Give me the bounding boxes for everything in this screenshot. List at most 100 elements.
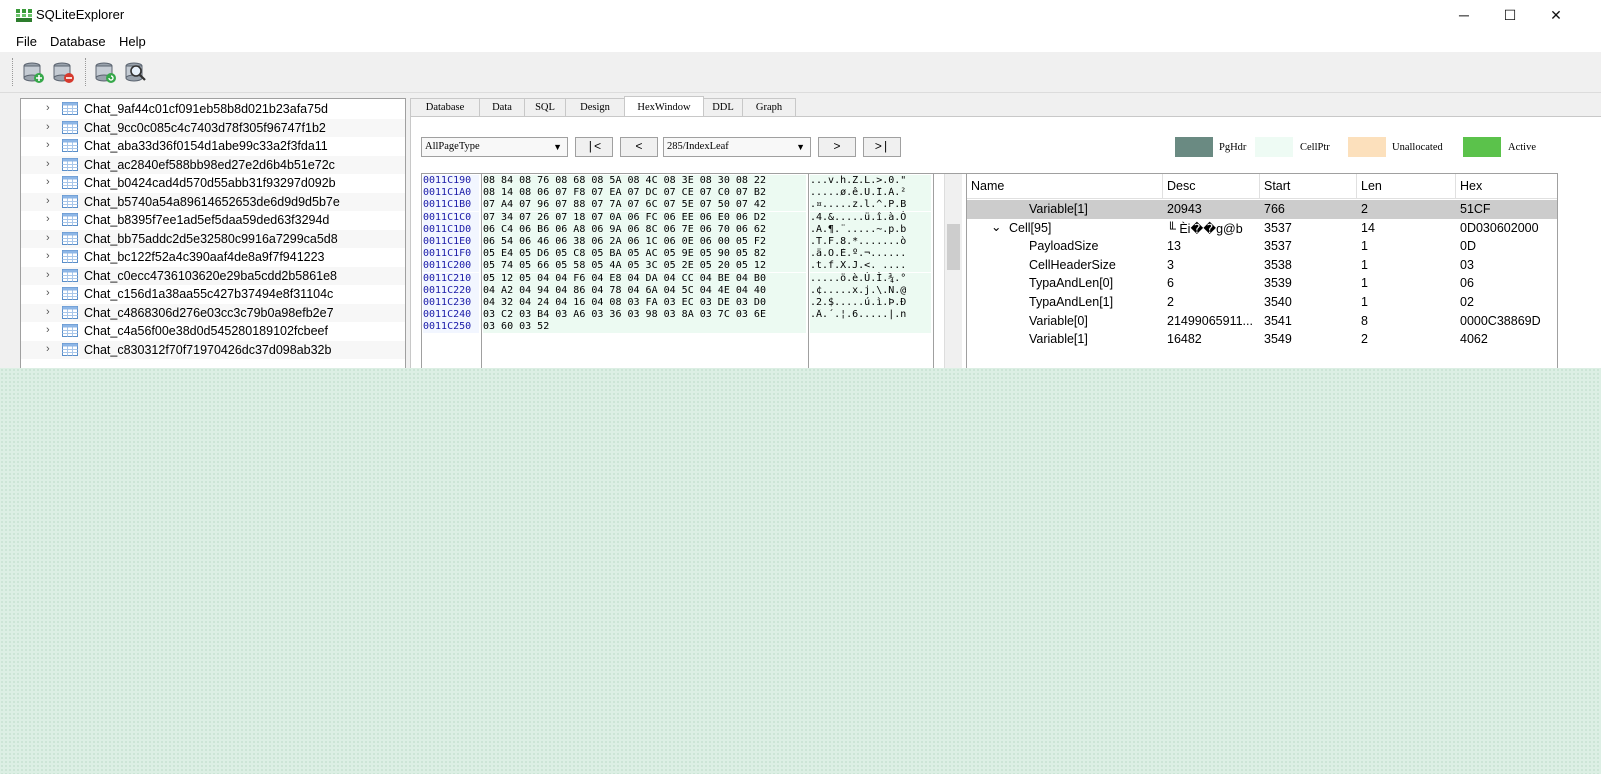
details-row[interactable]: Variable[0] 21499065911... 3541 8 0000C38869… bbox=[967, 312, 1557, 331]
hex-bytes[interactable]: 05 12 05 04 04 F6 04 E8 04 DA 04 CC 04 B… bbox=[483, 272, 806, 285]
expand-arrow-icon[interactable]: › bbox=[46, 121, 50, 133]
hex-bytes[interactable]: 06 54 06 46 06 38 06 2A 06 1C 06 0E 06 0… bbox=[483, 236, 806, 248]
expand-arrow-icon[interactable]: › bbox=[46, 213, 50, 225]
tab-database[interactable]: Database bbox=[410, 98, 480, 117]
expand-arrow-icon[interactable]: › bbox=[46, 232, 50, 244]
prev-page-button[interactable]: < bbox=[620, 137, 658, 157]
hex-ascii[interactable]: .T.F.8.*.......ò bbox=[810, 236, 931, 248]
first-page-button[interactable]: |< bbox=[575, 137, 613, 157]
hex-ascii[interactable]: .4.&.....ü.î.à.Ò bbox=[810, 211, 931, 224]
tab-design[interactable]: Design bbox=[565, 98, 625, 117]
hex-ascii[interactable]: .¤.....z.l.^.P.B bbox=[810, 199, 931, 212]
page-type-select[interactable]: AllPageType ▼ bbox=[421, 137, 568, 157]
details-row[interactable]: ⌄ Cell[95] ╙ Èi��g@b 3537 14 0D030602000 bbox=[967, 219, 1557, 238]
tree-item[interactable]: › Chat_b0424cad4d570d55abb31f93297d092b bbox=[21, 174, 405, 193]
col-desc[interactable]: Desc bbox=[1167, 179, 1195, 193]
hex-bytes[interactable]: 05 E4 05 D6 05 C8 05 BA 05 AC 05 9E 05 9… bbox=[483, 248, 806, 261]
collapse-arrow-icon[interactable]: ⌄ bbox=[991, 219, 1001, 234]
expand-arrow-icon[interactable]: › bbox=[46, 195, 50, 207]
next-page-button[interactable]: > bbox=[818, 137, 856, 157]
details-row[interactable]: Variable[1] 20943 766 2 51CF bbox=[967, 200, 1557, 219]
hex-bytes[interactable]: 06 C4 06 B6 06 A8 06 9A 06 8C 06 7E 06 7… bbox=[483, 223, 806, 236]
tree-item[interactable]: › Chat_b8395f7ee1ad5ef5daa59ded63f3294d bbox=[21, 211, 405, 230]
expand-arrow-icon[interactable]: › bbox=[46, 250, 50, 262]
col-start[interactable]: Start bbox=[1264, 179, 1290, 193]
maximize-button[interactable]: ☐ bbox=[1487, 0, 1533, 30]
close-button[interactable]: ✕ bbox=[1533, 0, 1579, 30]
hex-ascii[interactable]: ...v.h.Z.L.>.0." bbox=[810, 175, 931, 187]
table-tree[interactable]: › Chat_9af44c01cf091eb58b8d021b23afa75d › C… bbox=[20, 98, 406, 368]
open-database-icon[interactable] bbox=[22, 60, 46, 84]
hex-bytes[interactable]: 04 32 04 24 04 16 04 08 03 FA 03 EC 03 D… bbox=[483, 297, 806, 309]
details-row[interactable]: PayloadSize 13 3537 1 0D bbox=[967, 237, 1557, 256]
col-len[interactable]: Len bbox=[1361, 179, 1382, 193]
tree-item[interactable]: › Chat_b5740a54a89614652653de6d9d9d5b7e bbox=[21, 192, 405, 211]
last-page-button[interactable]: >| bbox=[863, 137, 901, 157]
hex-ascii[interactable] bbox=[810, 321, 931, 334]
hex-bytes[interactable]: 03 C2 03 B4 03 A6 03 36 03 98 03 8A 03 7… bbox=[483, 309, 806, 322]
expand-arrow-icon[interactable]: › bbox=[46, 287, 50, 299]
hex-ascii[interactable]: .....ö.è.Ú.Ì.¾.° bbox=[810, 272, 931, 285]
col-hex[interactable]: Hex bbox=[1460, 179, 1482, 193]
tab-hexwindow[interactable]: HexWindow bbox=[624, 96, 704, 118]
tree-item[interactable]: › Chat_c830312f70f71970426dc37d098ab32b bbox=[21, 340, 405, 359]
tab-sql[interactable]: SQL bbox=[524, 98, 566, 117]
details-row[interactable]: CellHeaderSize 3 3538 1 03 bbox=[967, 256, 1557, 275]
tree-item[interactable]: › Chat_9cc0c085c4c7403d78f305f96747f1b2 bbox=[21, 118, 405, 137]
column-divider[interactable] bbox=[1356, 174, 1357, 198]
tree-item[interactable]: › Chat_9af44c01cf091eb58b8d021b23afa75d bbox=[21, 100, 405, 119]
hex-ascii[interactable]: .....ø.ê.Ü.Î.À.² bbox=[810, 187, 931, 200]
hex-ascii[interactable]: .¢.....x.j.\.N.@ bbox=[810, 284, 931, 297]
column-divider[interactable] bbox=[1162, 174, 1163, 198]
hex-scrollbar[interactable] bbox=[944, 174, 962, 368]
hex-bytes[interactable]: 08 14 08 06 07 F8 07 EA 07 DC 07 CE 07 C… bbox=[483, 187, 806, 200]
tab-ddl[interactable]: DDL bbox=[703, 98, 743, 117]
expand-arrow-icon[interactable]: › bbox=[46, 102, 50, 114]
expand-arrow-icon[interactable]: › bbox=[46, 343, 50, 355]
hex-ascii[interactable]: .t.f.X.J.<. .... bbox=[810, 260, 931, 273]
hex-ascii[interactable]: .ä.Ö.È.º.¬...... bbox=[810, 248, 931, 261]
col-name[interactable]: Name bbox=[971, 179, 1004, 193]
details-grid[interactable]: Name Desc Start Len Hex Variable[1] 20943… bbox=[966, 173, 1558, 368]
refresh-database-icon[interactable] bbox=[94, 60, 118, 84]
minimize-button[interactable]: ─ bbox=[1441, 0, 1487, 30]
search-database-icon[interactable] bbox=[124, 60, 148, 84]
column-divider[interactable] bbox=[1259, 174, 1260, 198]
page-select[interactable]: 285/IndexLeaf ▼ bbox=[663, 137, 811, 157]
menu-help[interactable]: Help bbox=[119, 34, 146, 49]
tab-graph[interactable]: Graph bbox=[742, 98, 796, 117]
hex-bytes[interactable]: 04 A2 04 94 04 86 04 78 04 6A 04 5C 04 4… bbox=[483, 284, 806, 297]
menu-database[interactable]: Database bbox=[50, 34, 106, 49]
expand-arrow-icon[interactable]: › bbox=[46, 269, 50, 281]
hex-ascii[interactable]: .2.$.....ú.ì.Þ.Ð bbox=[810, 297, 931, 309]
hex-bytes[interactable]: 03 60 03 52 bbox=[483, 321, 806, 334]
hex-view[interactable]: 03 60 03 52 0011C250 .Â.´.¦.6.....|.n 03 C2… bbox=[421, 173, 967, 368]
hex-bytes[interactable]: 07 A4 07 96 07 88 07 7A 07 6C 07 5E 07 5… bbox=[483, 199, 806, 212]
hex-scrollbar-thumb[interactable] bbox=[947, 224, 960, 270]
expand-arrow-icon[interactable]: › bbox=[46, 324, 50, 336]
tree-item[interactable]: › Chat_bb75addc2d5e32580c9916a7299ca5d8 bbox=[21, 229, 405, 248]
tree-item[interactable]: › Chat_c156d1a38aa55c427b37494e8f31104c bbox=[21, 285, 405, 304]
menu-file[interactable]: File bbox=[16, 34, 37, 49]
tree-item[interactable]: › Chat_aba33d36f0154d1abe99c33a2f3fda11 bbox=[21, 137, 405, 156]
tree-item[interactable]: › Chat_c4868306d276e03cc3c79b0a98efb2e7 bbox=[21, 303, 405, 322]
tree-item[interactable]: › Chat_c0ecc4736103620e29ba5cdd2b5861e8 bbox=[21, 266, 405, 285]
details-row[interactable]: Variable[1] 16482 3549 2 4062 bbox=[967, 330, 1557, 349]
close-database-icon[interactable] bbox=[52, 60, 76, 84]
hex-ascii[interactable]: .Ä.¶.¨.....~.p.b bbox=[810, 223, 931, 236]
expand-arrow-icon[interactable]: › bbox=[46, 158, 50, 170]
details-row[interactable]: TypaAndLen[0] 6 3539 1 06 bbox=[967, 274, 1557, 293]
tree-item[interactable]: › Chat_ac2840ef588bb98ed27e2d6b4b51e72c bbox=[21, 155, 405, 174]
hex-ascii[interactable]: .Â.´.¦.6.....|.n bbox=[810, 309, 931, 322]
expand-arrow-icon[interactable]: › bbox=[46, 306, 50, 318]
tree-item[interactable]: › Chat_c4a56f00e38d0d545280189102fcbeef bbox=[21, 322, 405, 341]
column-divider[interactable] bbox=[1455, 174, 1456, 198]
details-row[interactable]: TypaAndLen[1] 2 3540 1 02 bbox=[967, 293, 1557, 312]
tab-data[interactable]: Data bbox=[479, 98, 525, 117]
tree-item[interactable]: › Chat_bc122f52a4c390aaf4de8a9f7f941223 bbox=[21, 248, 405, 267]
expand-arrow-icon[interactable]: › bbox=[46, 176, 50, 188]
hex-bytes[interactable]: 05 74 05 66 05 58 05 4A 05 3C 05 2E 05 2… bbox=[483, 260, 806, 273]
expand-arrow-icon[interactable]: › bbox=[46, 139, 50, 151]
hex-bytes[interactable]: 07 34 07 26 07 18 07 0A 06 FC 06 EE 06 E… bbox=[483, 211, 806, 224]
hex-bytes[interactable]: 08 84 08 76 08 68 08 5A 08 4C 08 3E 08 3… bbox=[483, 175, 806, 187]
